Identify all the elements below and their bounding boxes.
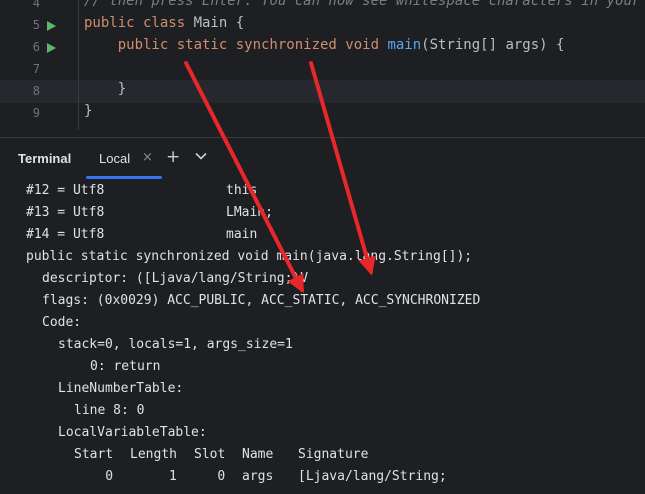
- line-number: 9: [32, 106, 40, 120]
- lvt-header-cell: Signature: [298, 447, 369, 462]
- terminal-toolbar: Terminal Local × +: [0, 138, 645, 179]
- lvt-cell: [Ljava/lang/String;: [298, 469, 447, 484]
- code-line: public class Main {: [84, 15, 244, 31]
- terminal-line: LocalVariableTable:: [58, 425, 207, 440]
- terminal-output[interactable]: #12 = Utf8 this #13 = Utf8 LMain; #14 = Utf8…: [0, 179, 645, 494]
- indent-guide: [78, 0, 79, 130]
- constant-pool-value: main: [226, 227, 258, 242]
- line-number: 5: [32, 18, 40, 32]
- tab-local[interactable]: Local ×: [86, 138, 162, 179]
- lvt-cell: args: [242, 469, 274, 484]
- constant-pool-value: LMain;: [226, 205, 273, 220]
- terminal-line: flags: (0x0029) ACC_PUBLIC, ACC_STATIC, …: [42, 293, 481, 308]
- code-line: public static synchronized void main(Str…: [84, 37, 565, 53]
- code-token: }: [84, 103, 93, 119]
- code-token: main: [387, 37, 422, 53]
- lvt-header-cell: Slot: [194, 447, 226, 462]
- line-number: 6: [32, 40, 40, 54]
- line-number: 4: [32, 0, 40, 10]
- terminal-line: stack=0, locals=1, args_size=1: [58, 337, 293, 352]
- lvt-cell: 1: [169, 469, 177, 484]
- tab-local-label: Local: [99, 151, 131, 166]
- constant-pool-id: #12 = Utf8: [26, 183, 105, 198]
- lvt-cell: 0: [217, 469, 226, 484]
- terminal-line: descriptor: ([Ljava/lang/String;)V: [42, 271, 309, 286]
- constant-pool-value: this: [226, 183, 258, 198]
- line-number: 8: [32, 84, 40, 98]
- code-token: }: [84, 81, 127, 97]
- terminal-line: public static synchronized void main(jav…: [26, 249, 473, 264]
- close-icon[interactable]: ×: [142, 150, 153, 165]
- constant-pool-id: #14 = Utf8: [26, 227, 105, 242]
- lvt-header-cell: Start: [74, 447, 114, 462]
- lvt-header-cell: Name: [242, 447, 274, 462]
- constant-pool-id: #13 = Utf8: [26, 205, 105, 220]
- chevron-down-icon[interactable]: [194, 149, 208, 163]
- line-number: 7: [32, 62, 40, 76]
- run-icon[interactable]: [47, 43, 56, 53]
- lvt-header-cell: Length: [130, 447, 177, 462]
- code-line: }: [84, 81, 126, 97]
- code-token: (String[] args) {: [421, 37, 565, 53]
- code-line: // then press Enter. You can now see whi…: [84, 0, 645, 9]
- code-editor[interactable]: 4 // then press Enter. You can now see wh…: [0, 0, 645, 137]
- code-token: public class: [84, 15, 194, 31]
- code-line: }: [84, 103, 92, 119]
- terminal-title: Terminal: [18, 151, 72, 166]
- code-token: Main {: [193, 15, 245, 31]
- terminal-line: 0: return: [90, 359, 161, 374]
- run-icon[interactable]: [47, 21, 56, 31]
- terminal-line: line 8: 0: [74, 403, 145, 418]
- code-token: public static synchronized void: [84, 37, 388, 53]
- terminal-line: LineNumberTable:: [58, 381, 184, 396]
- terminal-line: Code:: [42, 315, 82, 330]
- code-token: // then press Enter. You can now see whi…: [84, 0, 645, 9]
- add-tab-button[interactable]: +: [166, 147, 180, 167]
- lvt-cell: 0: [105, 469, 114, 484]
